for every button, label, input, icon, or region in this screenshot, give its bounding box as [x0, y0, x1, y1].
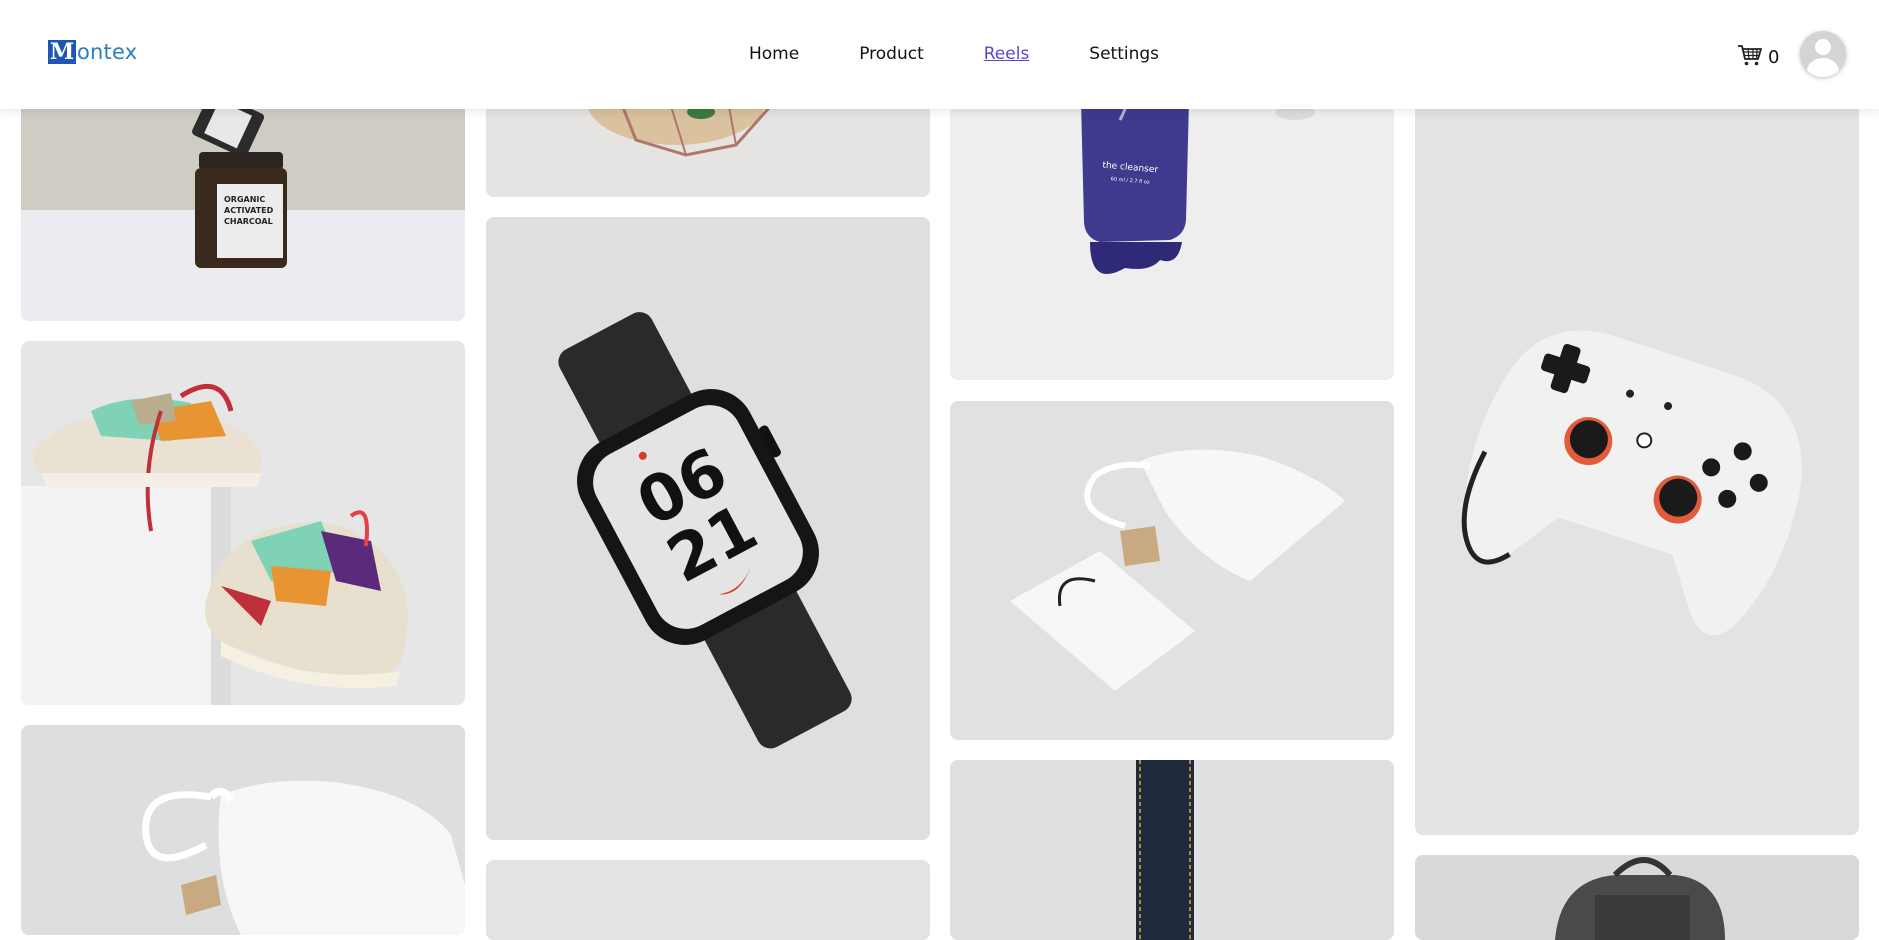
logo-mark: M	[48, 39, 76, 65]
jar-label-line-3: CHARCOAL	[224, 217, 273, 226]
gallery-item-backpack[interactable]	[1415, 855, 1859, 940]
gallery-item-sneakers[interactable]	[21, 341, 465, 705]
user-avatar[interactable]	[1800, 31, 1846, 77]
cart-icon	[1737, 43, 1763, 72]
gallery-item-drawstring-pouch[interactable]	[21, 725, 465, 935]
brand-logo[interactable]: M ontex	[48, 39, 137, 65]
gallery-item-smartwatch[interactable]: 06 21	[486, 217, 930, 840]
gallery-item-dark-leather-strap[interactable]	[950, 760, 1394, 940]
avatar-icon	[1815, 39, 1831, 55]
logo-text: ontex	[77, 40, 138, 64]
gallery-item-game-controller[interactable]	[1415, 60, 1859, 835]
gallery-item-blank-product[interactable]	[486, 860, 930, 940]
nav-link-home[interactable]: Home	[749, 44, 799, 64]
main-nav: Home Product Reels Settings	[749, 44, 1159, 64]
cart-count: 0	[1768, 47, 1780, 68]
jar-label-line-2: ACTIVATED	[224, 206, 274, 215]
top-navbar: M ontex Home Product Reels Settings 0	[0, 0, 1879, 109]
gallery-item-pouch-and-bag[interactable]	[950, 401, 1394, 740]
jar-label-line-1: ORGANIC	[224, 195, 265, 204]
nav-link-reels[interactable]: Reels	[984, 44, 1030, 64]
nav-link-settings[interactable]: Settings	[1089, 44, 1159, 64]
cart-button[interactable]: 0	[1737, 43, 1779, 72]
nav-link-product[interactable]: Product	[859, 44, 924, 64]
